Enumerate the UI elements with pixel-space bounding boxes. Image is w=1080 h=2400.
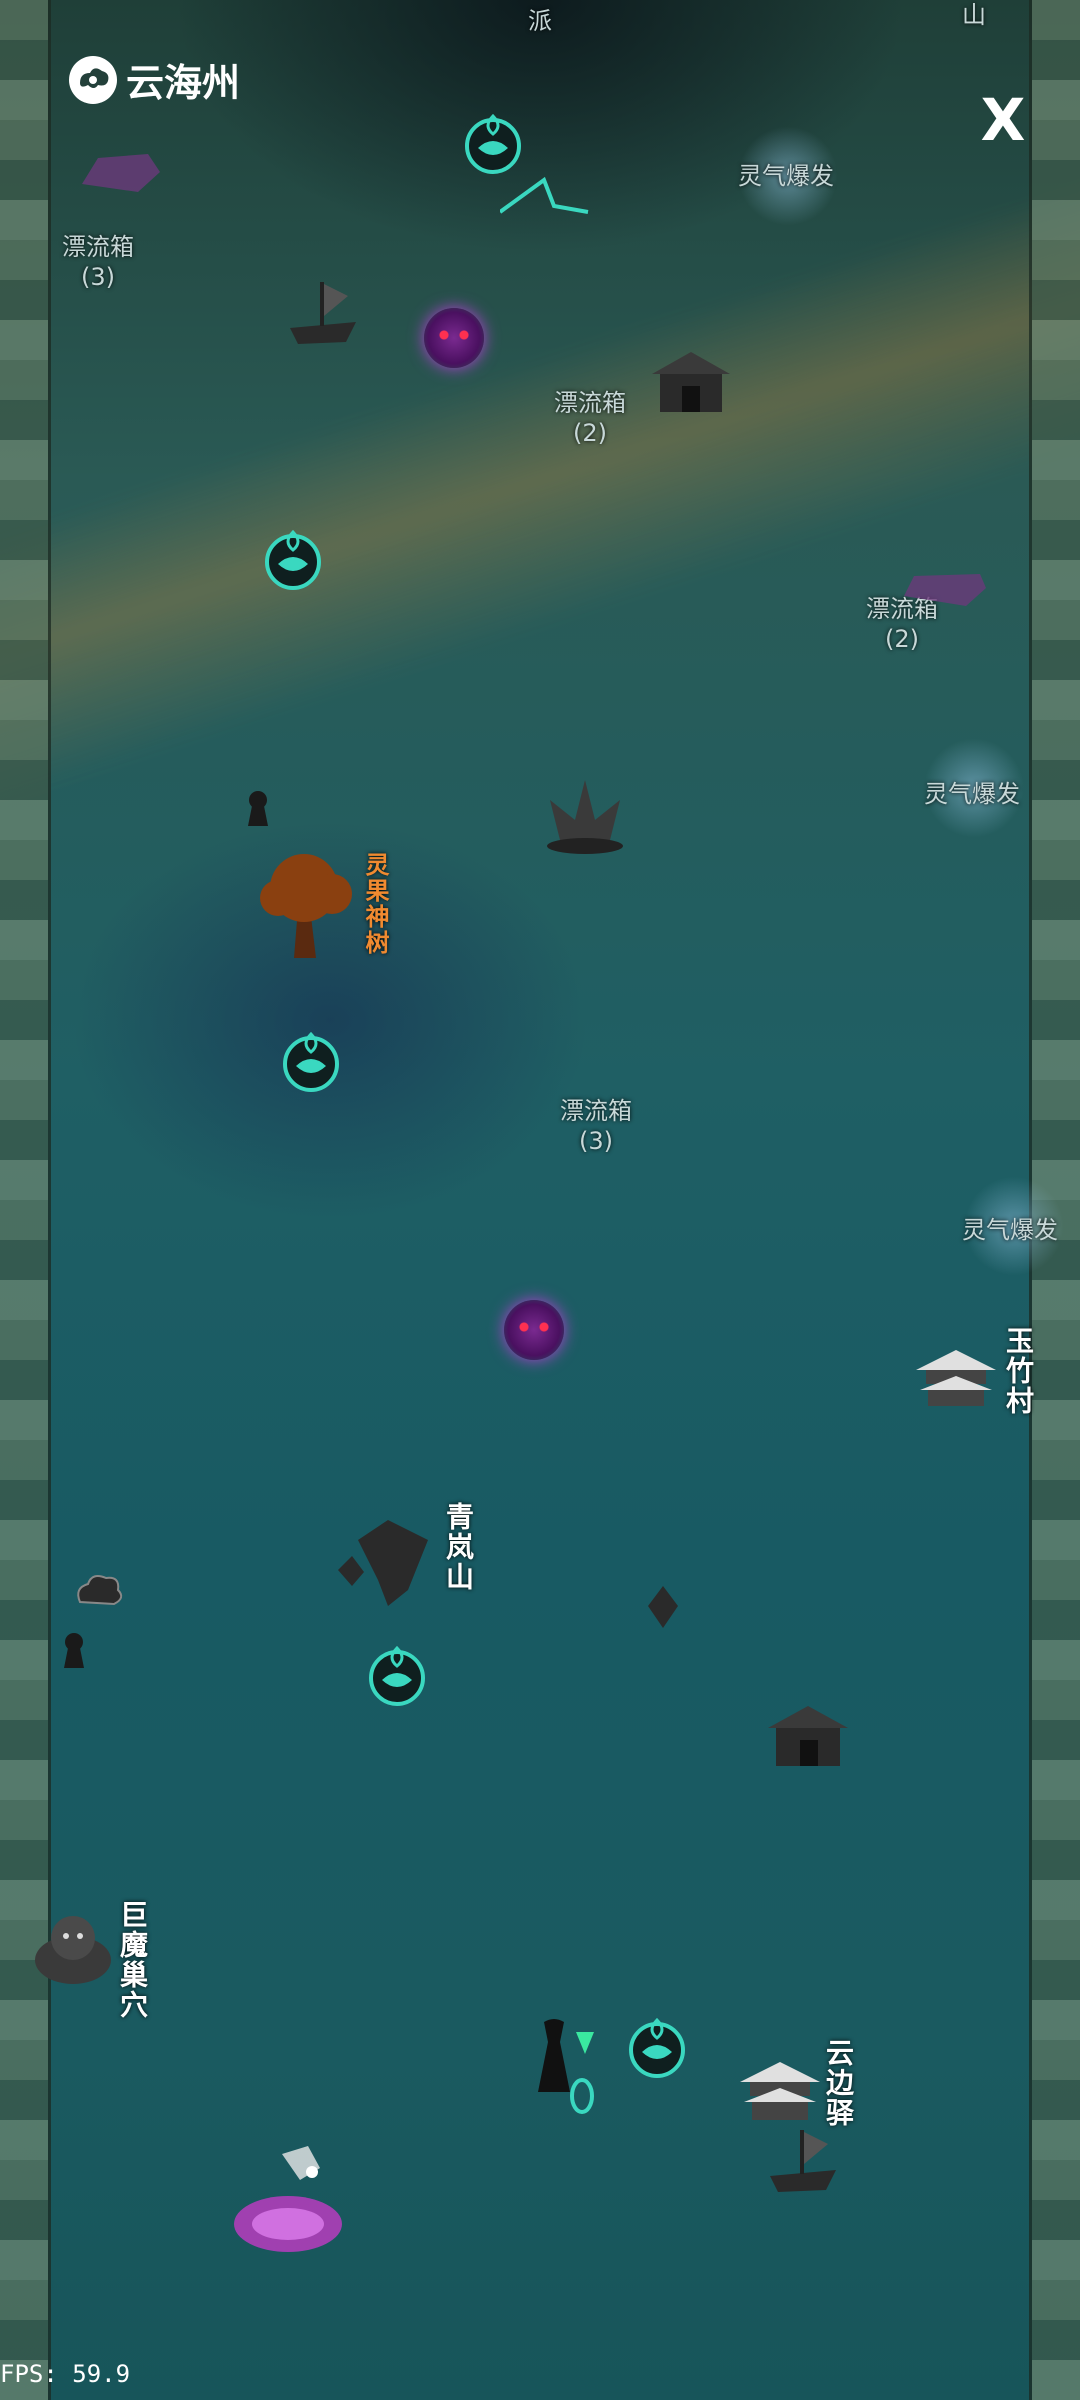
drift-box-count: (2) [885, 625, 919, 653]
shark-fin-icon [500, 176, 589, 214]
ship-icon[interactable] [286, 276, 360, 348]
station-label: 云边驿 [822, 2038, 855, 2128]
demon-enemy-icon[interactable] [424, 308, 484, 368]
drift-box-name: 漂流箱 [62, 233, 134, 261]
floating-island-icon[interactable] [338, 1510, 448, 1610]
region-name: 云海州 [126, 61, 241, 105]
cloud-icon [69, 55, 117, 104]
spirit-tree-icon[interactable] [254, 848, 354, 966]
mountain-label: 青岚山 [442, 1502, 475, 1592]
portal-icon[interactable] [362, 1640, 432, 1710]
player-character-icon[interactable] [504, 2012, 604, 2122]
region-title: 云海州 [66, 52, 240, 107]
wrecked-ship-icon [82, 154, 160, 192]
crystal-marker-icon[interactable] [646, 1584, 680, 1630]
left-vine-border [0, 0, 51, 2400]
drift-box-4[interactable]: 漂流箱 (3) [548, 1096, 644, 1156]
pagoda-icon[interactable] [916, 1340, 996, 1410]
portal-icon[interactable] [258, 524, 328, 594]
wrecked-ship-icon [904, 574, 986, 606]
ship-icon[interactable] [766, 2124, 840, 2196]
top-cutoff-label-left: 派 [528, 7, 552, 35]
top-cutoff-label-right: 山 [962, 1, 986, 29]
village-label: 玉竹村 [1002, 1326, 1035, 1416]
lair-label: 巨魔巢穴 [116, 1900, 149, 2020]
drift-box-count: (3) [579, 1127, 613, 1155]
temple-icon[interactable] [650, 346, 732, 416]
monster-lair-icon[interactable] [30, 1904, 116, 1988]
demon-enemy-icon[interactable] [504, 1300, 564, 1360]
drift-box-name: 漂流箱 [554, 389, 626, 417]
spirit-glow-band [0, 134, 1080, 846]
drift-box-2[interactable]: 漂流箱 (2) [542, 388, 638, 448]
close-button[interactable]: X [978, 90, 1028, 150]
portal-icon[interactable] [458, 108, 528, 178]
portal-icon[interactable] [622, 2012, 692, 2082]
searchlight-icon [282, 2146, 320, 2180]
fps-counter: FPS: 59.9 [0, 2360, 131, 2388]
cloud-marker-icon[interactable] [72, 1568, 128, 1618]
portal-icon[interactable] [276, 1026, 346, 1096]
spirit-burst-2[interactable]: 灵气爆发 [924, 774, 1020, 809]
keyhole-marker-icon[interactable] [60, 1630, 88, 1670]
keyhole-marker-icon[interactable] [244, 788, 272, 828]
lotus-shrine-icon[interactable] [540, 770, 630, 856]
purple-beast-icon[interactable] [228, 2180, 348, 2260]
spirit-burst-3[interactable]: 灵气爆发 [962, 1210, 1058, 1245]
drift-box-1[interactable]: 漂流箱 (3) [50, 232, 146, 292]
drift-box-count: (3) [81, 263, 115, 291]
spirit-burst-1[interactable]: 灵气爆发 [738, 156, 834, 191]
pagoda-icon[interactable] [740, 2052, 820, 2124]
world-map[interactable]: 派 山 云海州 X 漂流箱 (3) 漂流箱 (2) 漂流箱 (2) 漂流箱 (3… [0, 0, 1080, 2400]
drift-box-name: 漂流箱 [560, 1097, 632, 1125]
spirit-tree-label: 灵果神树 [361, 852, 389, 956]
drift-box-count: (2) [573, 419, 607, 447]
temple-icon[interactable] [766, 1700, 850, 1770]
